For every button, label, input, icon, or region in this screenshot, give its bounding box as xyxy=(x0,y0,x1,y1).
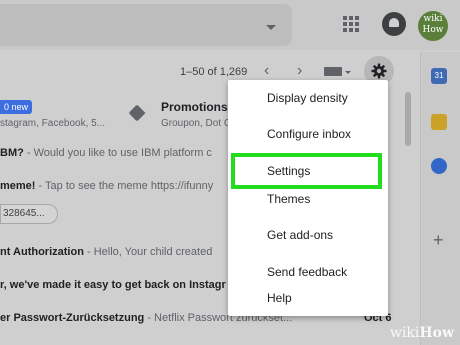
add-addon-icon[interactable]: + xyxy=(433,230,444,251)
menu-item-themes[interactable]: Themes xyxy=(267,192,310,206)
menu-item-display-density[interactable]: Display density xyxy=(267,91,348,105)
scrollbar[interactable] xyxy=(405,92,411,146)
gear-icon xyxy=(371,63,387,79)
promotions-tab-label[interactable]: Promotions xyxy=(161,100,228,114)
settings-menu: Display density Configure inbox Themes G… xyxy=(228,80,388,316)
next-page-icon[interactable]: › xyxy=(297,62,302,80)
pagination-text: 1–50 of 1,269 xyxy=(180,66,248,78)
tasks-icon[interactable] xyxy=(431,158,447,174)
notifications-icon[interactable] xyxy=(382,12,406,36)
keyboard-icon[interactable] xyxy=(324,67,342,76)
calendar-icon[interactable]: 31 xyxy=(431,68,447,84)
search-bar[interactable] xyxy=(0,4,292,46)
side-panel: 31 + xyxy=(420,52,460,345)
menu-item-help[interactable]: Help xyxy=(267,291,292,305)
attachment-chip[interactable]: 328645... xyxy=(0,204,58,224)
menu-item-configure-inbox[interactable]: Configure inbox xyxy=(267,127,351,141)
search-options-caret-icon[interactable] xyxy=(266,25,276,30)
wikihow-watermark: wikiHow xyxy=(389,325,454,341)
avatar-label: wiki How xyxy=(422,14,444,35)
top-bar: wiki How xyxy=(0,0,460,50)
keep-icon[interactable] xyxy=(431,114,447,130)
menu-item-settings-label: Settings xyxy=(267,164,311,178)
menu-item-settings[interactable]: Settings xyxy=(231,153,382,189)
new-count-badge: 0 new xyxy=(0,100,33,114)
google-apps-icon[interactable] xyxy=(343,16,359,32)
menu-item-send-feedback[interactable]: Send feedback xyxy=(267,265,347,279)
keyboard-options-caret-icon[interactable] xyxy=(345,71,351,74)
menu-item-get-add-ons[interactable]: Get add-ons xyxy=(267,228,333,242)
prev-page-icon[interactable]: ‹ xyxy=(264,62,269,80)
